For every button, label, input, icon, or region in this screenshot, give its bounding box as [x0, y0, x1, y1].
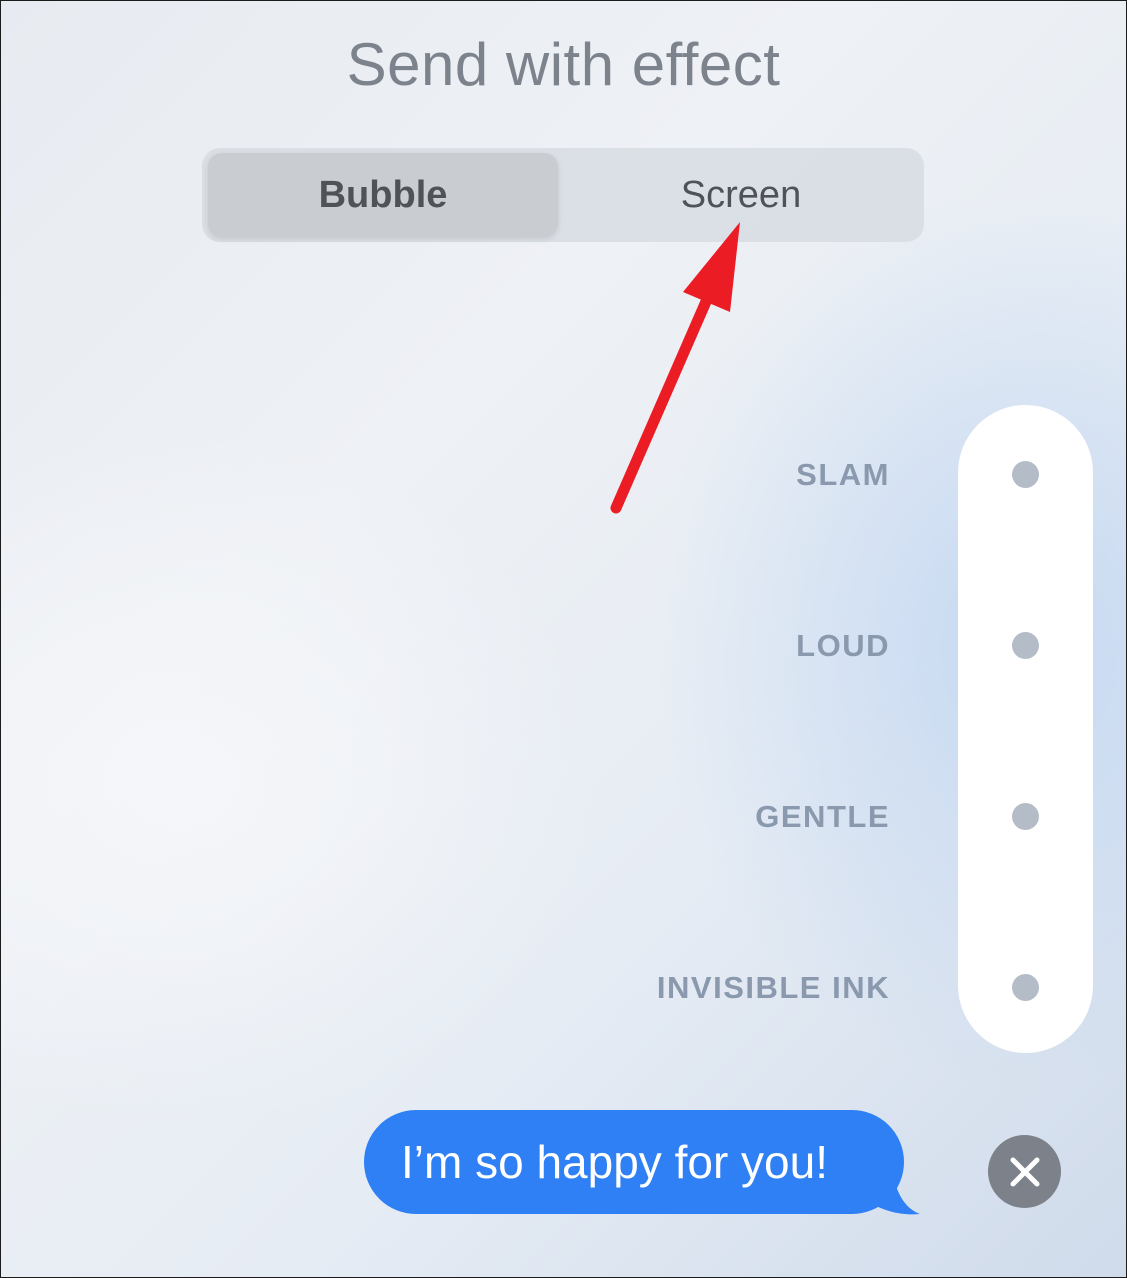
effect-label-invisible-ink[interactable]: INVISIBLE INK — [657, 970, 890, 1006]
tab-screen[interactable]: Screen — [564, 153, 918, 237]
effect-dot-invisible-ink[interactable] — [1012, 974, 1039, 1001]
tab-bubble[interactable]: Bubble — [208, 153, 558, 237]
page-title: Send with effect — [346, 31, 781, 98]
effect-dot-slam[interactable] — [1012, 461, 1039, 488]
close-icon — [1010, 1157, 1039, 1186]
effect-label-loud[interactable]: LOUD — [796, 628, 890, 664]
message-text: I’m so happy for you! — [401, 1136, 828, 1188]
effect-dot-loud[interactable] — [1012, 632, 1039, 659]
effect-selector-track — [958, 405, 1093, 1053]
message-bubble: I’m so happy for you! — [364, 1110, 904, 1214]
effect-type-segmented-control: Bubble Screen — [202, 148, 924, 242]
effect-label-gentle[interactable]: GENTLE — [755, 799, 890, 835]
close-button[interactable] — [988, 1135, 1061, 1208]
effect-dot-gentle[interactable] — [1012, 803, 1039, 830]
effect-label-slam[interactable]: SLAM — [796, 457, 890, 493]
